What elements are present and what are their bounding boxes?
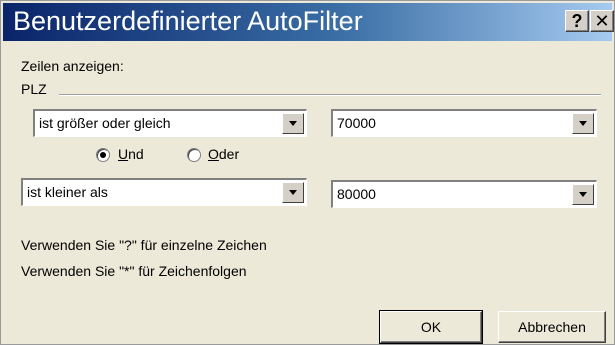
and-label-key: U	[118, 146, 129, 162]
custom-autofilter-dialog: Benutzerdefinierter AutoFilter ? ✕ Zeile…	[0, 0, 615, 345]
or-label[interactable]: Oder	[208, 146, 239, 162]
chevron-down-icon[interactable]	[572, 113, 594, 134]
operator-1-value: ist größer oder gleich	[39, 115, 171, 131]
and-radio[interactable]	[96, 148, 110, 162]
chevron-down-icon[interactable]	[572, 184, 594, 205]
title-bar: Benutzerdefinierter AutoFilter ? ✕	[3, 3, 614, 41]
close-icon: ✕	[594, 10, 610, 31]
value-2-value: 80000	[337, 186, 376, 202]
or-label-rest: der	[218, 146, 240, 162]
operator-2-value: ist kleiner als	[27, 184, 108, 200]
show-rows-label: Zeilen anzeigen:	[21, 58, 124, 74]
and-label-rest: nd	[128, 146, 144, 162]
help-icon: ?	[571, 10, 583, 31]
cancel-button[interactable]: Abbrechen	[498, 311, 606, 343]
chevron-down-icon[interactable]	[282, 182, 304, 203]
operator-2-combobox[interactable]: ist kleiner als	[21, 178, 307, 206]
group-divider	[59, 94, 601, 96]
hint-string: Verwenden Sie "*" für Zeichenfolgen	[21, 263, 247, 279]
operator-1-combobox[interactable]: ist größer oder gleich	[33, 109, 307, 137]
value-2-combobox[interactable]: 80000	[331, 180, 597, 208]
field-name-label: PLZ	[21, 81, 47, 97]
help-button[interactable]: ?	[565, 10, 589, 32]
ok-button[interactable]: OK	[379, 310, 483, 344]
window-title: Benutzerdefinierter AutoFilter	[13, 6, 363, 36]
value-1-value: 70000	[337, 115, 376, 131]
close-button[interactable]: ✕	[590, 10, 614, 32]
value-1-combobox[interactable]: 70000	[331, 109, 597, 137]
or-label-key: O	[208, 146, 219, 162]
or-radio[interactable]	[187, 148, 201, 162]
chevron-down-icon[interactable]	[282, 113, 304, 134]
and-label[interactable]: Und	[118, 146, 144, 162]
hint-single-char: Verwenden Sie "?" für einzelne Zeichen	[21, 237, 267, 253]
